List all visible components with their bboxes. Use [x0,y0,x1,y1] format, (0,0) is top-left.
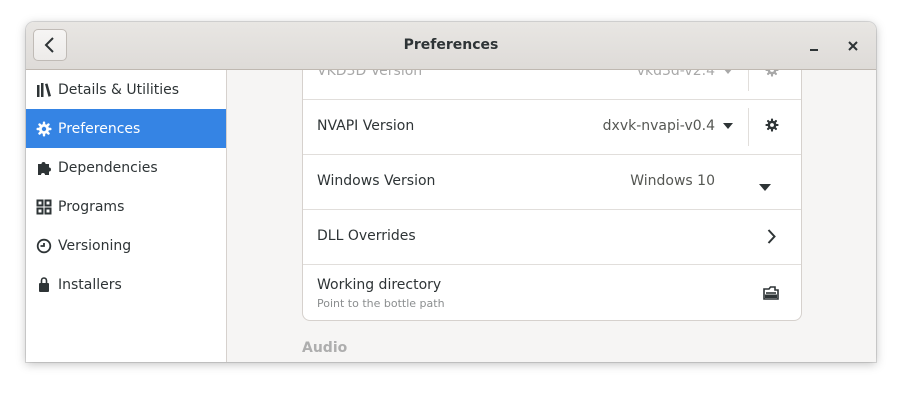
settings-list: VKD3D Version vkd3d-v2.4 NVAPI Version d… [302,70,802,321]
sidebar-item-programs[interactable]: Programs [26,187,226,226]
nvapi-settings-button[interactable] [765,118,779,136]
clock-icon [36,238,52,254]
sidebar-item-label: Installers [58,276,122,293]
vkd3d-version-row: VKD3D Version vkd3d-v2.4 [303,70,801,100]
vkd3d-version-value: vkd3d-v2.4 [636,70,715,79]
sidebar-item-dependencies[interactable]: Dependencies [26,148,226,187]
library-icon [36,82,52,98]
window-title: Preferences [403,37,499,53]
sidebar-item-details[interactable]: Details & Utilities [26,70,226,109]
grid-icon [36,199,52,215]
sidebar-item-label: Preferences [58,120,141,137]
puzzle-icon [36,160,52,176]
vkd3d-version-label: VKD3D Version [317,70,423,79]
gear-icon [765,118,779,132]
sidebar-item-label: Programs [58,198,125,215]
windows-version-row: Windows Version Windows 10 [303,155,801,210]
divider [748,70,749,91]
working-directory-row: Working directory Point to the bottle pa… [303,265,801,320]
windows-version-expand[interactable] [759,179,771,195]
close-button[interactable] [841,35,865,57]
vkd3d-version-dropdown[interactable]: vkd3d-v2.4 [637,70,733,79]
close-icon [848,41,858,51]
gear-icon [36,121,52,137]
nvapi-version-value: dxvk-nvapi-v0.4 [602,118,715,134]
chevron-down-icon [723,123,733,129]
bag-icon [36,276,52,293]
nvapi-version-row: NVAPI Version dxvk-nvapi-v0.4 [303,100,801,155]
divider [748,108,749,146]
preferences-window: Preferences Details & Utilities Preferen… [26,22,876,362]
sidebar-item-label: Versioning [58,237,132,254]
sidebar-item-label: Details & Utilities [58,81,180,98]
folder-open-icon [763,286,779,300]
preferences-content: VKD3D Version vkd3d-v2.4 NVAPI Version d… [227,70,876,362]
nvapi-version-dropdown[interactable]: dxvk-nvapi-v0.4 [603,118,733,134]
gear-icon [765,70,779,77]
working-directory-label: Working directory [317,277,442,293]
open-folder-button[interactable] [763,284,779,304]
chevron-right-icon [767,229,776,248]
sidebar: Details & Utilities Preferences Dependen… [26,70,227,362]
windows-version-dropdown[interactable]: Windows 10 [630,173,715,189]
dll-overrides-label: DLL Overrides [317,228,416,244]
chevron-down-icon [724,70,732,74]
working-directory-sublabel: Point to the bottle path [317,297,445,310]
sidebar-item-installers[interactable]: Installers [26,265,226,304]
audio-section-title: Audio [302,340,348,356]
vkd3d-settings-button[interactable] [765,70,779,81]
dll-overrides-row[interactable]: DLL Overrides [303,210,801,265]
minimize-icon [810,49,818,51]
nvapi-version-label: NVAPI Version [317,118,415,134]
headerbar: Preferences [26,22,876,70]
minimize-button[interactable] [802,35,826,57]
sidebar-item-preferences[interactable]: Preferences [26,109,226,148]
windows-version-value: Windows 10 [630,173,715,189]
sidebar-item-label: Dependencies [58,159,158,176]
sidebar-item-versioning[interactable]: Versioning [26,226,226,265]
chevron-down-icon [759,184,771,191]
windows-version-label: Windows Version [317,173,436,189]
